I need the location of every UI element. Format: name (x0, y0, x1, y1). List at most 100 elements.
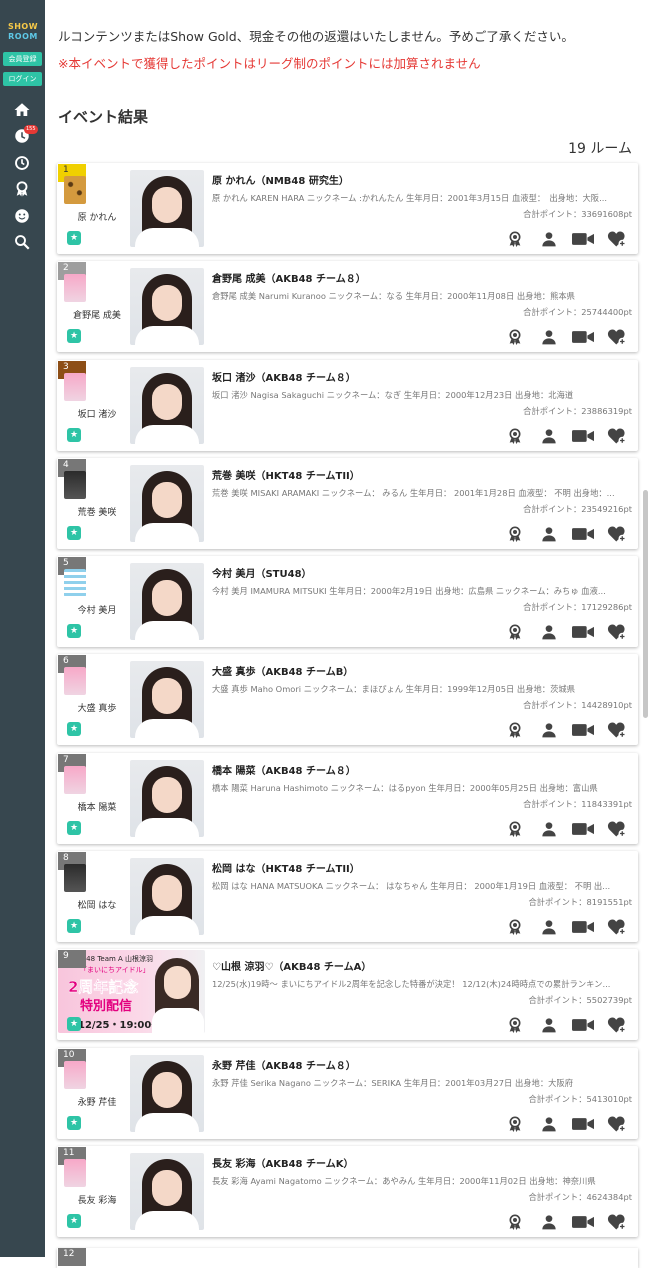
room-title[interactable]: 松岡 はな（HKT48 チームTII） (212, 860, 360, 875)
history-icon[interactable] (13, 154, 31, 172)
star-icon[interactable]: ★ (67, 624, 81, 639)
profile-icon[interactable] (532, 622, 566, 642)
room-title[interactable]: 橋本 陽菜（AKB48 チーム８） (212, 762, 356, 777)
star-icon[interactable]: ★ (67, 427, 81, 442)
star-icon[interactable]: ★ (67, 1115, 81, 1130)
heart-follow-icon[interactable] (600, 1212, 634, 1232)
room-title[interactable]: 今村 美月（STU48） (212, 565, 312, 580)
award-icon[interactable] (498, 1114, 532, 1134)
room-title[interactable]: 坂口 渚沙（AKB48 チーム８） (212, 369, 356, 384)
room-title[interactable]: 大盛 真歩（AKB48 チームB） (212, 663, 353, 678)
heart-follow-icon[interactable] (600, 720, 634, 740)
star-icon[interactable]: ★ (67, 1017, 81, 1032)
room-thumbnail[interactable] (64, 569, 86, 598)
room-card[interactable]: 8 松岡 はな ★ 松岡 はな（HKT48 チームTII） 松岡 はな HANA… (57, 851, 638, 943)
room-thumbnail[interactable] (64, 1060, 86, 1089)
heart-follow-icon[interactable] (600, 327, 634, 347)
room-card[interactable]: 2 倉野尾 成美 ★ 倉野尾 成美（AKB48 チーム８） 倉野尾 成美 Nar… (57, 261, 638, 353)
award-icon[interactable] (498, 1015, 532, 1035)
star-icon[interactable]: ★ (67, 525, 81, 540)
room-photo[interactable] (130, 858, 204, 936)
star-icon[interactable]: ★ (67, 231, 81, 245)
room-thumbnail[interactable] (64, 176, 86, 204)
user-icon[interactable] (13, 207, 31, 225)
search-icon[interactable] (13, 233, 31, 251)
room-title[interactable]: 長友 彩海（AKB48 チームK） (212, 1155, 353, 1170)
room-title[interactable]: ♡山根 涼羽♡（AKB48 チームA） (212, 958, 371, 973)
room-card[interactable]: 11 長友 彩海 ★ 長友 彩海（AKB48 チームK） 長友 彩海 Ayami… (57, 1145, 638, 1237)
award-icon[interactable] (498, 819, 532, 839)
ranking-icon[interactable] (13, 180, 31, 198)
room-thumbnail[interactable] (64, 765, 86, 794)
profile-icon[interactable] (532, 426, 566, 446)
room-card[interactable]: 5 今村 美月 ★ 今村 美月（STU48） 今村 美月 IMAMURA MIT… (57, 556, 638, 648)
profile-icon[interactable] (532, 1114, 566, 1134)
profile-icon[interactable] (532, 1212, 566, 1232)
profile-icon[interactable] (532, 917, 566, 937)
award-icon[interactable] (498, 917, 532, 937)
award-icon[interactable] (498, 720, 532, 740)
star-icon[interactable]: ★ (67, 329, 81, 344)
room-thumbnail[interactable] (64, 274, 86, 303)
register-button[interactable]: 会員登録 (3, 52, 42, 66)
star-icon[interactable]: ★ (67, 1213, 81, 1228)
heart-follow-icon[interactable] (600, 622, 634, 642)
video-icon[interactable] (566, 1212, 600, 1232)
heart-follow-icon[interactable] (600, 426, 634, 446)
room-title[interactable]: 原 かれん（NMB48 研究生） (212, 172, 349, 187)
room-card-partial[interactable]: 12 (57, 1248, 638, 1268)
heart-follow-icon[interactable] (600, 819, 634, 839)
room-photo[interactable] (130, 268, 204, 346)
room-card[interactable]: 4 荒巻 美咲 ★ 荒巻 美咲（HKT48 チームTII） 荒巻 美咲 MISA… (57, 457, 638, 549)
video-icon[interactable] (566, 917, 600, 937)
video-icon[interactable] (566, 327, 600, 347)
room-card[interactable]: 10 永野 芹佳 ★ 永野 芹佳（AKB48 チーム８） 永野 芹佳 Serik… (57, 1047, 638, 1139)
video-icon[interactable] (566, 524, 600, 544)
profile-icon[interactable] (532, 720, 566, 740)
room-photo[interactable] (130, 464, 204, 542)
room-photo[interactable] (130, 1152, 204, 1230)
video-icon[interactable] (566, 622, 600, 642)
profile-icon[interactable] (532, 327, 566, 347)
room-card[interactable]: 6 大盛 真歩 ★ 大盛 真歩（AKB48 チームB） 大盛 真歩 Maho O… (57, 654, 638, 746)
home-icon[interactable] (13, 101, 31, 119)
room-photo[interactable] (130, 366, 204, 444)
heart-follow-icon[interactable] (600, 229, 634, 249)
star-icon[interactable]: ★ (67, 919, 81, 934)
award-icon[interactable] (498, 229, 532, 249)
room-thumbnail[interactable] (64, 372, 86, 401)
room-card[interactable]: 1 原 かれん ★ 原 かれん（NMB48 研究生） 原 かれん KAREN H… (57, 163, 638, 254)
award-icon[interactable] (498, 426, 532, 446)
room-thumbnail[interactable] (64, 470, 86, 499)
star-icon[interactable]: ★ (67, 820, 81, 835)
heart-follow-icon[interactable] (600, 1114, 634, 1134)
room-photo[interactable] (130, 563, 204, 641)
room-card[interactable]: AKB48 Team A 山根涼羽 「まいにちアイドル」 2周年記念 特別配信 12/2… (57, 949, 638, 1041)
profile-icon[interactable] (532, 1015, 566, 1035)
room-card[interactable]: 7 橋本 陽菜 ★ 橋本 陽菜（AKB48 チーム８） 橋本 陽菜 Haruna… (57, 752, 638, 844)
heart-follow-icon[interactable] (600, 1015, 634, 1035)
room-card[interactable]: 3 坂口 渚沙 ★ 坂口 渚沙（AKB48 チーム８） 坂口 渚沙 Nagisa… (57, 359, 638, 451)
video-icon[interactable] (566, 426, 600, 446)
video-icon[interactable] (566, 1114, 600, 1134)
room-thumbnail[interactable] (64, 667, 86, 696)
profile-icon[interactable] (532, 229, 566, 249)
room-photo[interactable] (130, 661, 204, 739)
room-photo[interactable] (130, 759, 204, 837)
scrollbar[interactable] (643, 490, 648, 718)
video-icon[interactable] (566, 1015, 600, 1035)
video-icon[interactable] (566, 229, 600, 249)
award-icon[interactable] (498, 1212, 532, 1232)
room-title[interactable]: 荒巻 美咲（HKT48 チームTII） (212, 467, 360, 482)
award-icon[interactable] (498, 524, 532, 544)
heart-follow-icon[interactable] (600, 524, 634, 544)
room-photo[interactable] (130, 1054, 204, 1132)
star-icon[interactable]: ★ (67, 722, 81, 737)
room-photo[interactable] (130, 170, 204, 247)
room-thumbnail[interactable] (64, 864, 86, 893)
room-thumbnail[interactable] (64, 1158, 86, 1187)
profile-icon[interactable] (532, 819, 566, 839)
showroom-logo[interactable]: SHOW ROOM (3, 22, 43, 42)
login-button[interactable]: ログイン (3, 72, 42, 86)
room-title[interactable]: 永野 芹佳（AKB48 チーム８） (212, 1057, 356, 1072)
